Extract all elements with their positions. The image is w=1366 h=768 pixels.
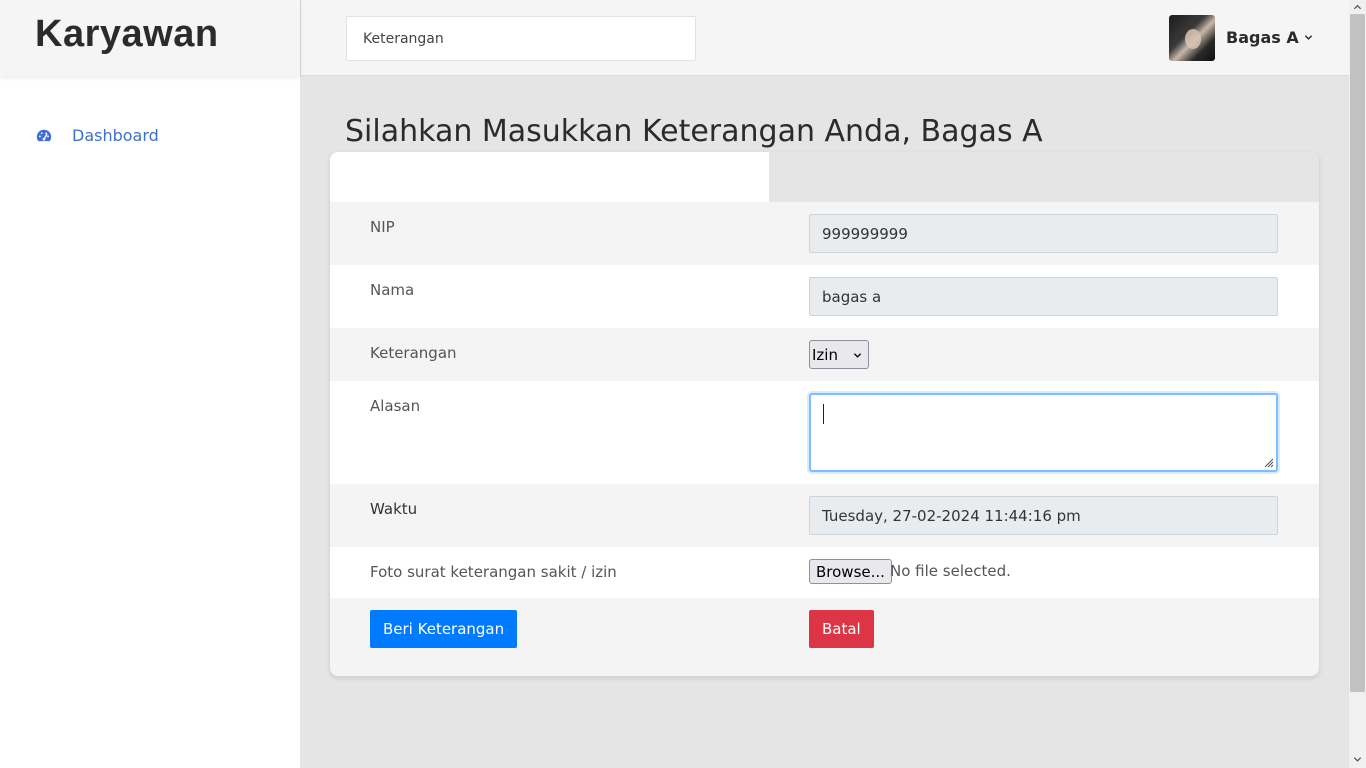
cancel-button[interactable]: Batal [809, 610, 874, 648]
row-alasan: Alasan [330, 381, 1319, 484]
scroll-down-icon[interactable] [1353, 755, 1362, 764]
browse-button[interactable]: Browse... [809, 559, 892, 584]
form-card: NIP 999999999 Nama bagas a Keterangan Iz… [330, 152, 1319, 676]
chevron-down-icon [853, 353, 862, 358]
brand-bar: Karyawan [0, 0, 300, 76]
nama-field: bagas a [809, 277, 1278, 316]
scrollbar[interactable] [1349, 0, 1366, 768]
nip-field: 999999999 [809, 214, 1278, 253]
row-waktu: Waktu Tuesday, 27-02-2024 11:44:16 pm [330, 484, 1319, 547]
row-keterangan: Keterangan Izin [330, 328, 1319, 381]
user-menu[interactable]: Bagas A [1226, 28, 1313, 47]
sidebar-item-dashboard[interactable]: Dashboard [35, 126, 159, 145]
alasan-textarea[interactable] [809, 393, 1278, 472]
user-name: Bagas A [1226, 28, 1299, 47]
page-title: Silahkan Masukkan Keterangan Anda, Bagas… [345, 114, 1043, 149]
keterangan-label: Keterangan [370, 344, 457, 362]
file-status: No file selected. [890, 562, 1011, 580]
chevron-down-icon [1304, 35, 1312, 40]
row-nip: NIP 999999999 [330, 202, 1319, 265]
foto-label: Foto surat keterangan sakit / izin [370, 563, 617, 581]
topbar: Bagas A [300, 0, 1349, 76]
nama-label: Nama [370, 281, 415, 299]
scrollbar-thumb[interactable] [1350, 14, 1365, 692]
resize-handle-icon[interactable] [1262, 456, 1274, 468]
card-header-left [330, 152, 769, 202]
sidebar: Karyawan Dashboard [0, 0, 300, 768]
row-foto: Foto surat keterangan sakit / izin Brows… [330, 547, 1319, 598]
keterangan-selected-value: Izin [812, 345, 838, 364]
text-caret [823, 404, 824, 424]
sidebar-item-label: Dashboard [72, 126, 159, 145]
keterangan-select[interactable]: Izin [809, 340, 869, 369]
submit-button[interactable]: Beri Keterangan [370, 610, 518, 648]
alasan-label: Alasan [370, 397, 421, 415]
search-input[interactable] [346, 16, 696, 61]
tachometer-icon [36, 129, 52, 141]
row-nama: Nama bagas a [330, 265, 1319, 328]
nip-label: NIP [370, 218, 395, 236]
row-actions: Beri Keterangan Batal [330, 598, 1319, 660]
avatar[interactable] [1169, 15, 1215, 61]
waktu-field: Tuesday, 27-02-2024 11:44:16 pm [809, 496, 1278, 535]
brand-title: Karyawan [35, 13, 219, 55]
scroll-up-icon[interactable] [1353, 3, 1362, 12]
card-header-right [769, 152, 1319, 202]
waktu-label: Waktu [370, 500, 418, 518]
